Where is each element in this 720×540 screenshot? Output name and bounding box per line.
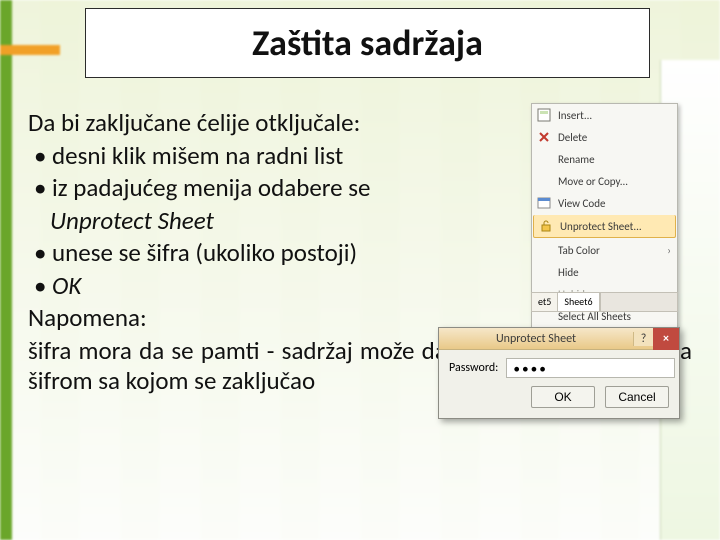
unprotect-icon	[538, 218, 554, 234]
tabcolor-icon	[536, 242, 552, 258]
slide-title: Zaštita sadržaja	[252, 21, 483, 65]
menu-item-insert[interactable]: Insert...	[532, 104, 677, 126]
code-icon	[536, 195, 552, 211]
rename-icon	[536, 151, 552, 167]
menu-item-label: Rename	[558, 153, 595, 166]
menu-item-label: Hide	[558, 266, 579, 279]
menu-item-move-copy[interactable]: Move or Copy...	[532, 170, 677, 192]
delete-icon	[536, 129, 552, 145]
menu-item-label: Tab Color	[558, 244, 600, 257]
close-icon: ×	[663, 332, 669, 346]
menu-item-unprotect-sheet[interactable]: Unprotect Sheet...	[533, 215, 676, 238]
insert-icon	[536, 107, 552, 123]
menu-item-view-code[interactable]: View Code	[532, 192, 677, 214]
ok-button[interactable]: OK	[531, 386, 595, 408]
menu-item-rename[interactable]: Rename	[532, 148, 677, 170]
menu-item-label: Delete	[558, 131, 587, 144]
unprotect-sheet-dialog: Unprotect Sheet ? × Password: OK Cancel	[438, 327, 680, 419]
dialog-help-button[interactable]: ?	[633, 332, 653, 346]
cancel-button[interactable]: Cancel	[605, 386, 669, 408]
menu-item-tab-color[interactable]: Tab Color	[532, 239, 677, 261]
menu-item-hide[interactable]: Hide	[532, 261, 677, 283]
password-input[interactable]	[506, 358, 675, 378]
password-label: Password:	[449, 361, 498, 375]
menu-item-label: View Code	[558, 197, 605, 210]
menu-item-label: Unprotect Sheet...	[560, 220, 642, 233]
move-icon	[536, 173, 552, 189]
dialog-close-button[interactable]: ×	[653, 328, 679, 350]
menu-item-label: Move or Copy...	[558, 175, 628, 188]
dialog-titlebar: Unprotect Sheet ? ×	[439, 328, 679, 350]
sheet-tab[interactable]: et5	[532, 293, 558, 311]
tab-scroll-area[interactable]	[600, 293, 677, 311]
menu-item-label: Insert...	[558, 109, 592, 122]
sheet-tab[interactable]: Sheet6	[558, 293, 599, 311]
dialog-title: Unprotect Sheet	[439, 332, 633, 346]
sheet-tab-strip: et5 Sheet6	[531, 292, 678, 312]
hide-icon	[536, 264, 552, 280]
menu-item-delete[interactable]: Delete	[532, 126, 677, 148]
slide-title-box: Zaštita sadržaja	[85, 8, 650, 78]
